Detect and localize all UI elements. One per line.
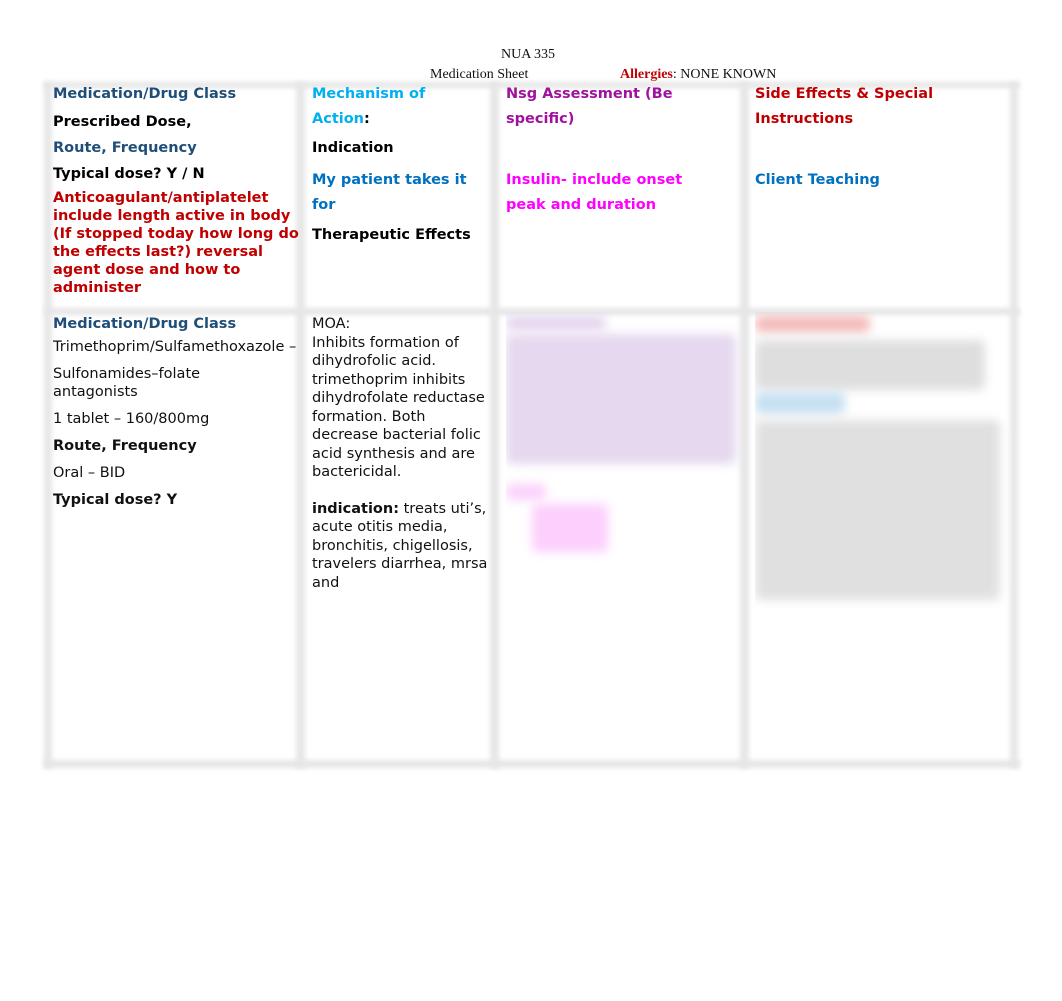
header-side-effects-line2: Instructions [755, 111, 854, 127]
header-anticoagulant-note: Anticoagulant/antiplatelet include lengt… [53, 190, 299, 296]
header-insulin-line2: peak and duration [506, 197, 657, 213]
med-indication: indication: treats uti’s, acute otitis m… [312, 500, 492, 593]
header-mechanism-part2: Action [312, 111, 365, 127]
med-moa-label: MOA: [312, 316, 351, 332]
allergies-value: NONE KNOWN [680, 67, 777, 82]
blurred-side-effects-heading [755, 316, 870, 332]
header-mechanism-of-action: Mechanism of Action: [312, 82, 492, 132]
sheet-title: Medication Sheet [430, 67, 529, 82]
header-nsg-line1: Nsg Assessment (Be [506, 86, 673, 102]
header-nsg-assessment: Nsg Assessment (Be specific) [506, 82, 742, 132]
blurred-assessment-text [506, 334, 736, 464]
med-cell-mechanism: MOA: Inhibits formation of dihydrofolic … [312, 312, 492, 602]
header-side-effects-line1: Side Effects & Special [755, 86, 934, 102]
table-border-left [44, 82, 52, 768]
med-dose: 1 tablet – 160/800mg [53, 410, 210, 427]
blurred-insulin-text [532, 504, 608, 552]
header-insulin-line1: Insulin- include onset [506, 172, 683, 188]
header-nsg-line2: specific) [506, 111, 575, 127]
header-indication: Indication [312, 140, 394, 156]
allergies-label: Allergies [620, 67, 673, 82]
med-drug-name: Trimethoprim/Sulfamethoxazole – [53, 339, 297, 355]
allergies-line: Allergies: NONE KNOWN [620, 67, 776, 83]
med-route-value: Oral – BID [53, 464, 126, 481]
table-border-right [1010, 82, 1018, 768]
header-cell-nsg-assessment: Nsg Assessment (Be specific) Insulin- inc… [506, 82, 742, 308]
med-indication-label: indication: [312, 500, 400, 517]
header-side-effects: Side Effects & Special Instructions [755, 82, 1011, 132]
header-prescribed-dose: Prescribed Dose, [53, 114, 192, 130]
header-client-teaching: Client Teaching [755, 172, 880, 188]
header-cell-side-effects: Side Effects & Special Instructions Clien… [755, 82, 1011, 308]
med-moa-text: Inhibits formation of dihydrofolic acid.… [312, 334, 485, 481]
blurred-side-effects-text [755, 340, 985, 390]
table-border-bottom [44, 760, 1020, 768]
med-cell-drug-info: Medication/Drug Class Trimethoprim/Sulfa… [53, 312, 299, 760]
header-insulin-note: Insulin- include onset peak and duration [506, 168, 742, 218]
header-cell-mechanism: Mechanism of Action: Indication My patien… [312, 82, 492, 308]
header-mechanism-part1: Mechanism of [312, 86, 426, 102]
blurred-assessment-heading [506, 316, 606, 330]
medication-table: Medication/Drug Class Prescribed Dose, R… [44, 82, 1020, 770]
header-typical-dose: Typical dose? Y / N [53, 166, 205, 182]
blurred-client-teaching-text [755, 420, 1000, 600]
header-route-frequency: Route, Frequency [53, 140, 197, 156]
blurred-client-teaching-heading [755, 392, 845, 414]
med-route-label: Route, Frequency [53, 438, 197, 454]
header-my-patient-line1: My patient takes it [312, 172, 467, 188]
med-cell-nsg-assessment-blurred [506, 312, 742, 760]
med-drug-class-label: Medication/Drug Class [53, 316, 237, 332]
med-cell-side-effects-blurred [755, 312, 1011, 760]
course-code: NUA 335 [501, 47, 556, 62]
med-typical-dose: Typical dose? Y [53, 492, 178, 508]
header-therapeutic-effects: Therapeutic Effects [312, 227, 471, 243]
header-mechanism-colon: : [364, 111, 370, 127]
header-my-patient: My patient takes it for [312, 168, 492, 218]
header-my-patient-line2: for [312, 197, 336, 213]
med-drug-class: Sulfonamides–folate antagonists [53, 365, 201, 401]
header-cell-medication: Medication/Drug Class Prescribed Dose, R… [53, 82, 299, 308]
header-medication-class: Medication/Drug Class [53, 86, 237, 102]
blurred-insulin-heading [506, 484, 546, 500]
